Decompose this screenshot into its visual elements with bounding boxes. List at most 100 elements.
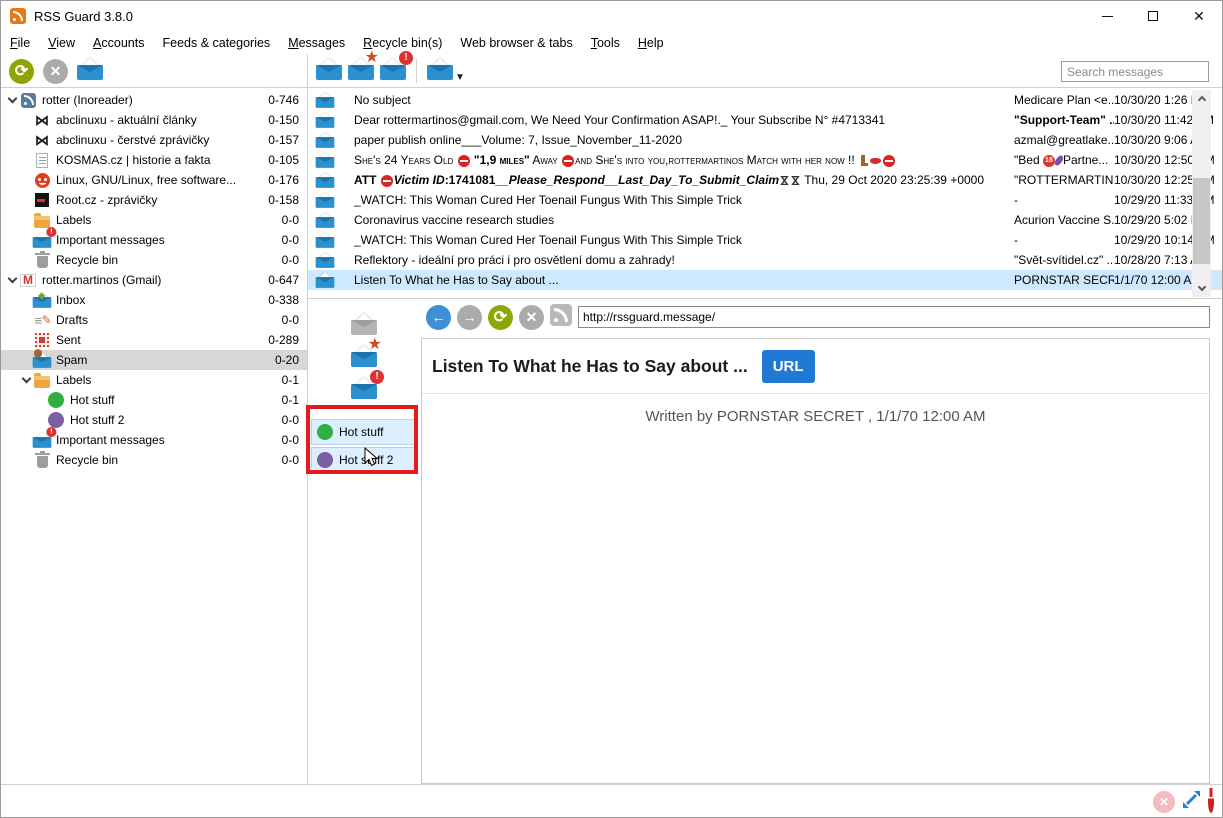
mail-open-icon [316,58,342,80]
feed-row-kosmas-cz-historie-a-fakta[interactable]: KOSMAS.cz | historie a fakta0-105 [1,150,307,170]
fullscreen-button[interactable] [1182,790,1201,814]
feed-row-linux-gnu-linux-free-software-[interactable]: Linux, GNU/Linux, free software...0-176 [1,170,307,190]
mark-message-read-button[interactable] [316,58,342,85]
menu-item-view[interactable]: View [39,33,84,53]
feed-label: Spam [56,353,253,367]
feed-count: 0-338 [253,293,299,307]
feed-row-root-cz-zpr-vi-ky[interactable]: Root.cz - zprávičky0-158 [1,190,307,210]
feed-row-important-messages[interactable]: !Important messages0-0 [1,430,307,450]
update-feeds-button[interactable]: ⟳ [9,59,34,84]
folder-icon [33,211,51,229]
toggle-important-button[interactable]: ★ [351,345,377,372]
message-row[interactable]: _WATCH: This Woman Cured Her Toenail Fun… [308,190,1222,210]
toolbar-separator [416,59,417,83]
feed-row-labels[interactable]: Labels0-1 [1,370,307,390]
url-input[interactable] [578,306,1210,328]
label-toggle-hot-stuff-2[interactable]: Hot stuff 2 [311,447,417,473]
trash-icon [37,456,48,468]
feed-row-recycle-bin[interactable]: Recycle bin0-0 [1,250,307,270]
feed-row-important-messages[interactable]: !Important messages0-0 [1,230,307,250]
expand-chevron-icon[interactable] [5,99,19,102]
maximize-button[interactable] [1130,1,1176,31]
maximize-icon [1148,11,1158,21]
close-button[interactable]: ✕ [1176,1,1222,31]
message-menu-button[interactable]: ▼ [427,58,465,85]
search-input[interactable] [1061,61,1209,82]
chevron-down-icon [7,93,17,103]
feed-row-rotter-martinos-gmail-[interactable]: Mrotter.martinos (Gmail)0-647 [1,270,307,290]
feed-row-hot-stuff-2[interactable]: Hot stuff 20-0 [1,410,307,430]
feed-label: Important messages [56,433,253,447]
scroll-down-icon[interactable] [1192,280,1211,297]
green-label-icon [48,392,64,408]
feed-label: Root.cz - zprávičky [56,193,253,207]
mail-icon [312,149,338,171]
stop-update-button[interactable]: ✕ [43,59,68,84]
feed-row-inbox[interactable]: Inbox0-338 [1,290,307,310]
rss-button[interactable] [550,304,572,331]
feed-count: 0-158 [253,193,299,207]
alert-badge-icon: ! [46,227,56,237]
menu-item-web-browser-tabs[interactable]: Web browser & tabs [451,33,581,53]
expand-chevron-icon[interactable] [19,379,33,382]
message-subject: Reflektory - ideální pro práci i pro osv… [338,253,1014,267]
menu-item-accounts[interactable]: Accounts [84,33,153,53]
feed-count: 0-157 [253,133,299,147]
reload-button[interactable]: ⟳ [488,305,513,330]
message-row[interactable]: No subjectMedicare Plan <e...10/30/20 1:… [308,90,1222,110]
feed-row-abclinuxu-erstv-zpr-vi-ky[interactable]: ⋈abclinuxu - čerstvé zprávičky0-157 [1,130,307,150]
message-subject: ATT Victim ID:1741081__Please_Respond__L… [338,173,1014,187]
feed-row-hot-stuff[interactable]: Hot stuff0-1 [1,390,307,410]
mark-unread-important-button[interactable]: ! [380,58,406,85]
message-row[interactable]: Coronavirus vaccine research studiesAcur… [308,210,1222,230]
feed-row-recycle-bin[interactable]: Recycle bin0-0 [1,450,307,470]
message-row[interactable]: _WATCH: This Woman Cured Her Toenail Fun… [308,230,1222,250]
mail-open-gray-icon [351,313,377,335]
open-url-button[interactable]: URL [762,350,815,383]
stop-button[interactable]: ✕ [519,305,544,330]
message-row[interactable]: ATT Victim ID:1741081__Please_Respond__L… [308,170,1222,190]
feed-row-labels[interactable]: Labels0-0 [1,210,307,230]
mark-important-button[interactable]: ★ [348,58,374,85]
expand-chevron-icon[interactable] [5,279,19,282]
menu-item-messages[interactable]: Messages [279,33,354,53]
folder-icon [34,376,50,388]
close-icon: ✕ [1193,9,1205,23]
mark-read-button[interactable] [77,58,103,85]
feed-row-drafts[interactable]: Drafts0-0 [1,310,307,330]
menu-item-help[interactable]: Help [629,33,673,53]
feeds-toolbar: ⟳✕ [1,54,308,88]
feed-label: rotter.martinos (Gmail) [42,273,253,287]
message-subject: _WATCH: This Woman Cured Her Toenail Fun… [338,233,1014,247]
message-content: Listen To What he Has to Say about ... U… [421,338,1210,784]
message-list-scrollbar[interactable] [1192,90,1211,297]
menu-item-feeds-categories[interactable]: Feeds & categories [153,33,279,53]
text-part: __Please_Respond__Last_Day_To_Submit_Cla… [495,173,779,187]
message-row[interactable]: Listen To What he Has to Say about ...PO… [308,270,1222,290]
text-part: and She's into you,rottermartinos Match … [575,153,858,167]
message-row[interactable]: Dear rottermartinos@gmail.com, We Need Y… [308,110,1222,130]
scrollbar-thumb[interactable] [1193,178,1210,264]
feed-row-spam[interactable]: Spam0-20 [1,350,307,370]
menu-item-tools[interactable]: Tools [582,33,629,53]
message-row[interactable]: She's 24 Years Old "1,9 miles" Away and … [308,150,1222,170]
feed-row-sent[interactable]: Sent0-289 [1,330,307,350]
no-entry-icon [458,155,470,167]
feed-row-abclinuxu-aktu-ln-l-nky[interactable]: ⋈abclinuxu - aktuální články0-150 [1,110,307,130]
inoreader-rss-icon [21,93,36,108]
scroll-up-icon[interactable] [1192,90,1211,107]
forward-button[interactable]: → [457,305,482,330]
quit-button[interactable] [1208,793,1214,811]
minimize-button[interactable] [1084,1,1130,31]
back-button[interactable]: ← [426,305,451,330]
menu-bar: FileViewAccountsFeeds & categoriesMessag… [1,31,1222,54]
alert-badge-icon: ! [46,427,56,437]
message-row[interactable]: Reflektory - ideální pro práci i pro osv… [308,250,1222,270]
message-subject: Listen To What he Has to Say about ... [338,273,1014,287]
message-row[interactable]: paper publish online___Volume: 7, Issue_… [308,130,1222,150]
toggle-unread-important-button[interactable]: ! [351,377,377,404]
message-subject: She's 24 Years Old "1,9 miles" Away and … [338,153,1014,167]
feed-row-rotter-inoreader-[interactable]: rotter (Inoreader)0-746 [1,90,307,110]
menu-item-file[interactable]: File [1,33,39,53]
label-toggle-hot-stuff[interactable]: Hot stuff [311,419,417,445]
